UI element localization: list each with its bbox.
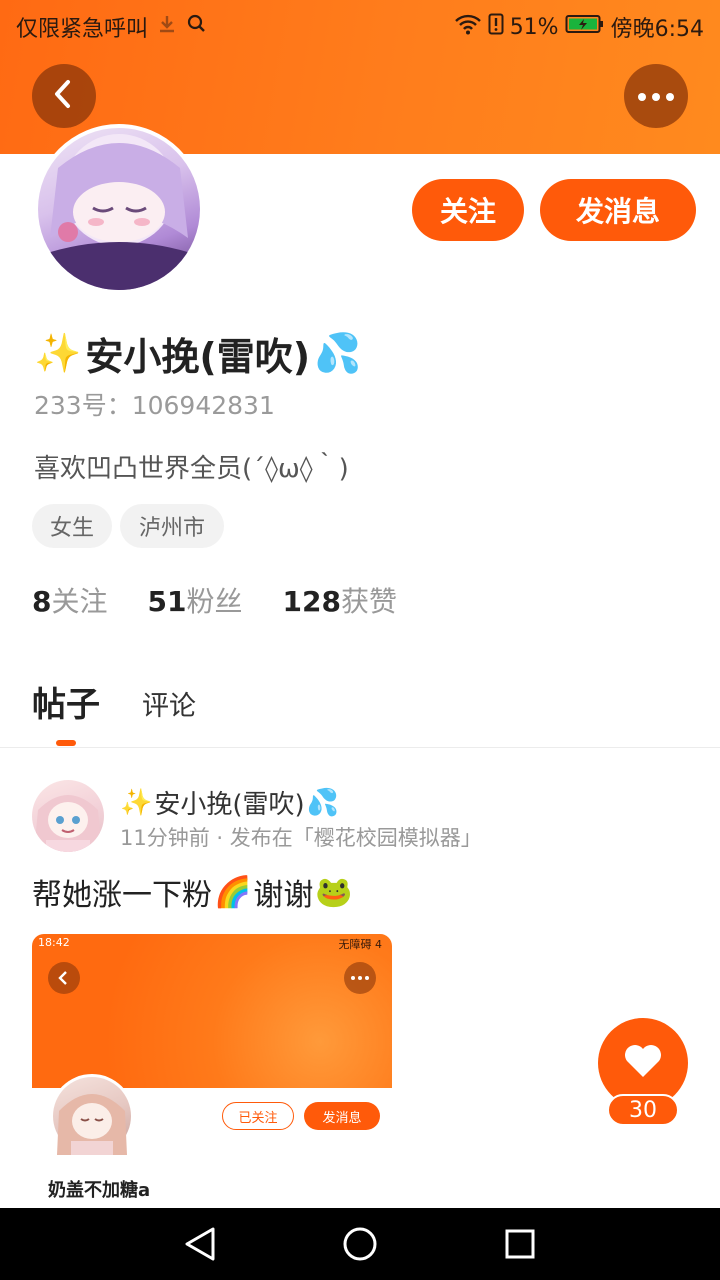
post-image-message-label: 发消息 (304, 1102, 380, 1130)
frog-icon: 🐸 (315, 874, 353, 910)
sweat-drops-icon: 💦 (306, 787, 340, 818)
back-button[interactable] (32, 64, 96, 128)
battery-icon (565, 13, 605, 41)
post-image[interactable]: 18:42 无障碍 4 已关注 发消息 奶盖不加糖a (32, 934, 392, 1208)
search-icon (186, 13, 208, 41)
profile-avatar[interactable] (34, 124, 204, 294)
post-image-name: 奶盖不加糖a (48, 1180, 151, 1201)
wifi-icon (454, 13, 482, 41)
sparkles-icon: ✨ (34, 331, 82, 375)
followers-stat[interactable]: 51粉丝 (148, 580, 243, 620)
post-image-time: 18:42 (38, 936, 70, 949)
post-image-header (32, 934, 392, 1088)
likes-received-label: 获赞 (340, 585, 397, 618)
post-image-back-icon (48, 962, 80, 994)
tab-divider (0, 747, 720, 748)
chevron-left-icon (51, 79, 77, 113)
rainbow-icon: 🌈 (214, 874, 252, 910)
nickname-text: 安小挽(雷吹) (85, 335, 311, 379)
avatar-image (38, 128, 200, 290)
heart-icon (623, 1043, 663, 1083)
circle-home-icon (342, 1226, 378, 1266)
send-message-button[interactable]: 发消息 (540, 179, 696, 241)
post-author-name[interactable]: ✨ 安小挽(雷吹) 💦 (120, 784, 339, 821)
tab-comments[interactable]: 评论 (142, 684, 196, 723)
post-author-text: 安小挽(雷吹) (154, 790, 305, 820)
status-bar: 仅限紧急呼叫 51% 傍晚6:54 (0, 0, 720, 50)
nav-home-button[interactable] (340, 1226, 380, 1266)
city-tag: 泸州市 (120, 504, 224, 548)
post-content[interactable]: 帮她涨一下粉 🌈 谢谢 🐸 (32, 870, 353, 914)
post-image-more-icon (344, 962, 376, 994)
profile-nickname: ✨ 安小挽(雷吹) 💦 (34, 326, 361, 381)
profile-bio: 喜欢凹凸世界全员(´◊ω◊｀) (34, 454, 349, 484)
user-id: 233号：106942831 (34, 391, 275, 420)
post-author-avatar[interactable] (32, 780, 104, 852)
followers-count: 51 (147, 585, 187, 618)
system-navigation-bar (0, 1208, 720, 1280)
profile-stats: 8关注 51粉丝 128获赞 (32, 580, 397, 620)
post-image-avatar (50, 1074, 134, 1158)
follow-button[interactable]: 关注 (412, 179, 524, 241)
sweat-drops-icon: 💦 (314, 331, 362, 375)
following-count: 8 (32, 585, 52, 618)
likes-stat[interactable]: 128获赞 (282, 580, 396, 620)
post-image-followed-label: 已关注 (222, 1102, 294, 1130)
post-meta: 11分钟前 · 发布在「樱花校园模拟器」 (120, 826, 482, 850)
following-stat[interactable]: 8关注 (32, 580, 108, 620)
sim-alert-icon (488, 13, 504, 41)
download-icon (156, 13, 178, 41)
sparkles-icon: ✨ (120, 787, 153, 818)
post-text-part-1: 帮她涨一下粉 (32, 878, 212, 913)
post-text-part-2: 谢谢 (253, 878, 314, 913)
triangle-back-icon (183, 1226, 217, 1266)
active-tab-indicator (56, 740, 76, 746)
battery-percent: 51% (509, 14, 559, 40)
more-options-button[interactable] (624, 64, 688, 128)
more-dots-icon (636, 87, 676, 106)
like-count: 30 (607, 1094, 679, 1126)
post-image-status: 无障碍 4 (338, 938, 383, 951)
nav-recents-button[interactable] (500, 1226, 540, 1266)
followers-label: 粉丝 (186, 585, 243, 618)
tab-posts[interactable]: 帖子 (32, 677, 100, 726)
square-recents-icon (504, 1228, 536, 1264)
following-label: 关注 (51, 585, 108, 618)
gender-tag: 女生 (32, 504, 112, 548)
nav-back-button[interactable] (180, 1226, 220, 1266)
likes-received-count: 128 (282, 585, 341, 618)
carrier-text: 仅限紧急呼叫 (16, 17, 149, 42)
clock: 傍晚6:54 (610, 17, 704, 42)
